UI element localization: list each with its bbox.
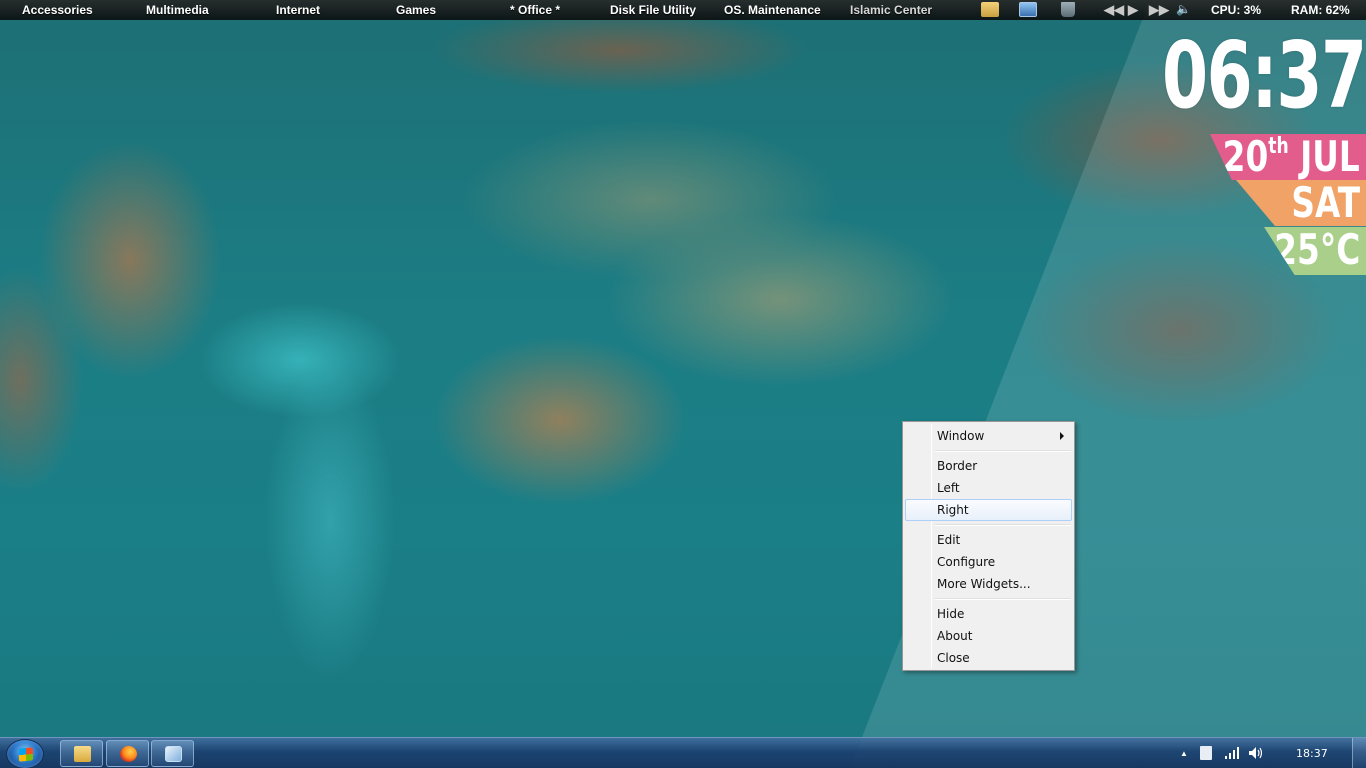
menu-item-window[interactable]: Window — [905, 425, 1072, 447]
date-suffix: th — [1268, 134, 1289, 159]
top-menu-bar: Accessories Multimedia Internet Games * … — [0, 0, 1366, 20]
menu-multimedia[interactable]: Multimedia — [146, 3, 209, 17]
menu-disk-file-utility[interactable]: Disk File Utility — [610, 3, 696, 17]
menu-os-maintenance[interactable]: OS. Maintenance — [724, 3, 821, 17]
menu-item-hide[interactable]: Hide — [905, 603, 1072, 625]
menu-item-close[interactable]: Close — [905, 647, 1072, 669]
start-button[interactable] — [6, 739, 44, 768]
ram-usage: RAM: 62% — [1291, 3, 1350, 17]
menu-item-right[interactable]: Right — [905, 499, 1072, 521]
widget-date: 20th JUL — [1222, 132, 1360, 181]
speaker-graphic — [1249, 747, 1263, 759]
menu-item-border[interactable]: Border — [905, 455, 1072, 477]
menu-games[interactable]: Games — [396, 3, 436, 17]
menu-internet[interactable]: Internet — [276, 3, 320, 17]
submenu-arrow-icon — [1060, 432, 1064, 440]
menu-item-window-label: Window — [937, 429, 985, 443]
date-month: JUL — [1300, 132, 1360, 181]
network-signal-icon[interactable] — [1224, 746, 1240, 760]
file-explorer-icon — [74, 746, 91, 762]
taskbar-explorer-button[interactable] — [60, 740, 103, 767]
monitor-icon[interactable] — [1019, 2, 1037, 17]
menu-item-left[interactable]: Left — [905, 477, 1072, 499]
control-panel-icon — [165, 746, 182, 762]
menu-item-more-widgets[interactable]: More Widgets... — [905, 573, 1072, 595]
taskbar: ▲ 18:37 — [0, 737, 1366, 768]
date-day: 20 — [1222, 132, 1269, 181]
previous-track-icon[interactable]: ◀◀ — [1104, 2, 1124, 18]
network-signal-graphic — [1225, 747, 1239, 759]
widget-weekday: SAT — [1291, 178, 1360, 227]
play-icon[interactable]: ▶ — [1128, 2, 1138, 18]
menu-islamic-center[interactable]: Islamic Center — [850, 3, 932, 17]
menu-item-about[interactable]: About — [905, 625, 1072, 647]
menu-office[interactable]: * Office * — [510, 3, 560, 17]
picture-folder-icon[interactable] — [981, 2, 999, 17]
show-desktop-button[interactable] — [1352, 738, 1366, 768]
speaker-volume-icon[interactable] — [1248, 746, 1264, 760]
action-center-icon[interactable] — [1200, 746, 1212, 760]
widget-date-ribbon: 20th JUL — [1210, 134, 1366, 180]
taskbar-control-panel-button[interactable] — [151, 740, 194, 767]
menu-item-edit[interactable]: Edit — [905, 529, 1072, 551]
recycle-bin-icon[interactable] — [1061, 2, 1075, 17]
volume-icon[interactable]: 🔈 — [1176, 2, 1191, 16]
show-hidden-icons-button[interactable]: ▲ — [1180, 749, 1188, 758]
menu-separator — [935, 450, 1071, 452]
next-track-icon[interactable]: ▶▶ — [1149, 2, 1169, 18]
taskbar-clock[interactable]: 18:37 — [1296, 747, 1328, 760]
firefox-icon — [120, 746, 137, 762]
menu-separator — [935, 524, 1071, 526]
cpu-usage: CPU: 3% — [1211, 3, 1262, 17]
windows-logo-icon — [19, 747, 33, 762]
menu-accessories[interactable]: Accessories — [22, 3, 93, 17]
widget-clock-time: 06:37 — [1162, 22, 1366, 129]
menu-item-configure[interactable]: Configure — [905, 551, 1072, 573]
menu-separator — [935, 598, 1071, 600]
widget-context-menu: Window Border Left Right Edit Configure … — [902, 421, 1075, 671]
taskbar-firefox-button[interactable] — [106, 740, 149, 767]
